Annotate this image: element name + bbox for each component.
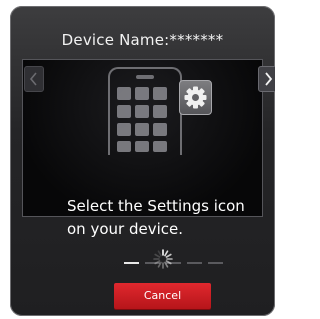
chevron-left-icon bbox=[29, 72, 37, 86]
screen: Device Name:******* Select the Settings … bbox=[0, 0, 285, 319]
phone-notch bbox=[136, 75, 154, 79]
instruction-carousel: Select the Settings icon on your device. bbox=[22, 59, 263, 264]
app-tile bbox=[153, 105, 167, 118]
cancel-button[interactable]: Cancel bbox=[114, 283, 211, 309]
app-tile bbox=[135, 141, 149, 152]
previous-slide-button[interactable] bbox=[24, 66, 44, 92]
phone-icon bbox=[108, 67, 182, 155]
chevron-right-icon bbox=[265, 72, 273, 86]
app-tile bbox=[117, 105, 131, 118]
app-tile bbox=[135, 87, 149, 100]
settings-gear-icon bbox=[179, 80, 212, 115]
app-tile bbox=[153, 123, 167, 136]
instruction-text: Select the Settings icon on your device. bbox=[67, 197, 245, 238]
page-dot bbox=[208, 262, 223, 264]
device-name-title: Device Name:******* bbox=[61, 31, 224, 49]
page-dot bbox=[187, 262, 202, 264]
app-tile bbox=[135, 123, 149, 136]
app-tile bbox=[135, 105, 149, 118]
page-dot-active bbox=[124, 262, 139, 264]
loading-spinner-icon bbox=[153, 249, 173, 269]
next-slide-button[interactable] bbox=[258, 66, 275, 92]
app-tile bbox=[117, 123, 131, 136]
app-tile bbox=[153, 87, 167, 100]
gear-icon bbox=[184, 86, 207, 109]
app-tile bbox=[117, 87, 131, 100]
pairing-dialog: Device Name:******* Select the Settings … bbox=[10, 6, 275, 316]
app-tile bbox=[117, 141, 131, 152]
app-tile bbox=[153, 141, 167, 152]
